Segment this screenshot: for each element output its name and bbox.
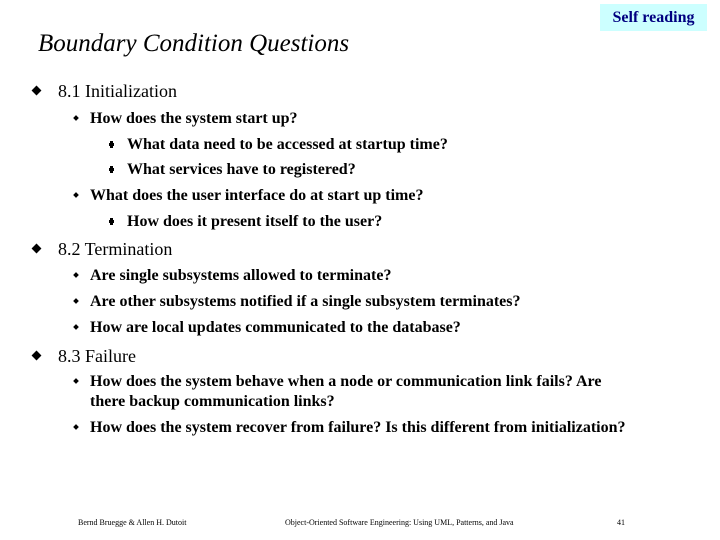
diamond-bullet-icon [31, 85, 42, 96]
diamond-bullet-icon [31, 350, 42, 361]
diamond-bullet-icon [31, 243, 42, 254]
item-text: How does the system recover from failure… [90, 419, 626, 436]
self-reading-badge: Self reading [600, 4, 707, 31]
list-item-continuation: there backup communication links? [90, 393, 335, 411]
item-text: How does the system start up? [90, 110, 298, 127]
list-item: How does the system recover from failure… [73, 419, 626, 437]
footer-page-number: 41 [617, 518, 625, 527]
item-text: How does the system behave when a node o… [90, 373, 602, 390]
diamond-bullet-icon [73, 298, 79, 304]
section-label: 8.3 Failure [58, 346, 136, 366]
item-text: Are other subsystems notified if a singl… [90, 293, 521, 310]
section-label: 8.1 Initialization [58, 81, 177, 101]
diamond-bullet-icon [73, 424, 79, 430]
list-item: How does the system behave when a node o… [73, 373, 602, 391]
sub-list-item: What data need to be accessed at startup… [109, 136, 448, 154]
arrow-bullet-icon [109, 218, 114, 225]
diamond-bullet-icon [73, 272, 79, 278]
diamond-bullet-icon [73, 192, 79, 198]
arrow-bullet-icon [109, 166, 114, 173]
diamond-bullet-icon [73, 115, 79, 121]
diamond-bullet-icon [73, 378, 79, 384]
section-label: 8.2 Termination [58, 239, 173, 259]
sub-list-item: How does it present itself to the user? [109, 213, 383, 231]
list-item: How are local updates communicated to th… [73, 319, 461, 337]
section-failure: 8.3 Failure [31, 346, 136, 367]
diamond-bullet-icon [73, 324, 79, 330]
footer-authors: Bernd Bruegge & Allen H. Dutoit [78, 518, 187, 527]
slide-title: Boundary Condition Questions [38, 30, 350, 57]
sub-list-item: What services have to registered? [109, 161, 356, 179]
item-text: there backup communication links? [90, 393, 335, 410]
subitem-text: What data need to be accessed at startup… [127, 136, 448, 153]
list-item: How does the system start up? [73, 110, 298, 128]
subitem-text: How does it present itself to the user? [127, 213, 383, 230]
arrow-bullet-icon [109, 141, 114, 148]
item-text: How are local updates communicated to th… [90, 319, 461, 336]
list-item: What does the user interface do at start… [73, 187, 424, 205]
list-item: Are other subsystems notified if a singl… [73, 293, 521, 311]
footer-book-title: Object-Oriented Software Engineering: Us… [285, 518, 514, 527]
section-termination: 8.2 Termination [31, 239, 173, 260]
list-item: Are single subsystems allowed to termina… [73, 267, 392, 285]
subitem-text: What services have to registered? [127, 161, 356, 178]
item-text: Are single subsystems allowed to termina… [90, 267, 392, 284]
item-text: What does the user interface do at start… [90, 187, 424, 204]
section-initialization: 8.1 Initialization [31, 81, 177, 102]
